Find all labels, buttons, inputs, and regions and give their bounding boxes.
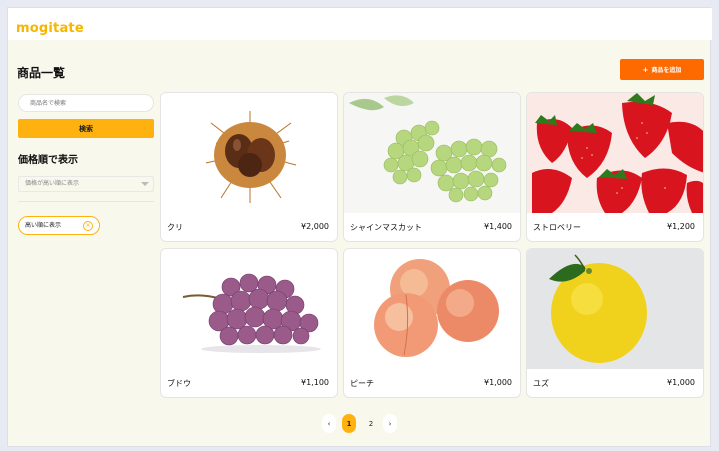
product-image-strawberry xyxy=(527,93,703,213)
product-card[interactable]: ブドウ ¥1,100 xyxy=(160,248,338,398)
product-card[interactable]: ストロベリー ¥1,200 xyxy=(526,92,704,242)
logo[interactable]: mogitate xyxy=(16,21,84,36)
product-image-yuzu xyxy=(527,249,703,369)
product-name: クリ xyxy=(167,223,183,232)
product-image-chestnut xyxy=(161,93,337,213)
product-name: シャインマスカット xyxy=(350,223,422,232)
product-card[interactable]: ピーチ ¥1,000 xyxy=(343,248,521,398)
product-name: ブドウ xyxy=(167,379,191,388)
app-frame: mogitate 商品一覧 + 商品を追加 検索 価格順で表示 価格が高い順に表… xyxy=(7,7,712,447)
product-image-grape xyxy=(161,249,337,369)
product-price: ¥2,000 xyxy=(301,222,329,231)
product-price: ¥1,200 xyxy=(667,222,695,231)
product-price: ¥1,000 xyxy=(484,378,512,387)
product-card[interactable]: クリ ¥2,000 xyxy=(160,92,338,242)
product-image-shine-muscat xyxy=(344,93,520,213)
product-name: ストロベリー xyxy=(533,223,581,232)
product-card[interactable]: ユズ ¥1,000 xyxy=(526,248,704,398)
add-product-label: 商品を追加 xyxy=(651,67,682,74)
search-input[interactable] xyxy=(18,94,154,112)
filter-chip-label: 高い順に表示 xyxy=(25,222,62,229)
sort-heading: 価格順で表示 xyxy=(18,155,78,166)
pagination-page-1[interactable]: 1 xyxy=(342,414,356,433)
product-name: ピーチ xyxy=(350,379,374,388)
plus-icon: + xyxy=(642,65,649,74)
product-name: ユズ xyxy=(533,379,549,388)
pagination-next-button[interactable]: › xyxy=(383,414,397,433)
product-price: ¥1,100 xyxy=(301,378,329,387)
sort-select-value: 価格が高い順に表示 xyxy=(25,180,80,187)
header-bar: mogitate xyxy=(8,8,712,40)
pagination-page-2[interactable]: 2 xyxy=(364,414,378,433)
product-price: ¥1,000 xyxy=(667,378,695,387)
active-filter-chip[interactable]: 高い順に表示 × xyxy=(18,216,100,235)
divider xyxy=(18,201,154,202)
product-card[interactable]: シャインマスカット ¥1,400 xyxy=(343,92,521,242)
search-button[interactable]: 検索 xyxy=(18,119,154,138)
sort-select[interactable]: 価格が高い順に表示 xyxy=(18,176,154,192)
product-image-peach xyxy=(344,249,520,369)
product-price: ¥1,400 xyxy=(484,222,512,231)
page-title: 商品一覧 xyxy=(17,66,66,80)
close-icon[interactable]: × xyxy=(83,221,93,231)
chevron-down-icon xyxy=(141,182,149,186)
pagination-prev-button[interactable]: ‹ xyxy=(322,414,336,433)
add-product-button[interactable]: + 商品を追加 xyxy=(620,59,704,80)
